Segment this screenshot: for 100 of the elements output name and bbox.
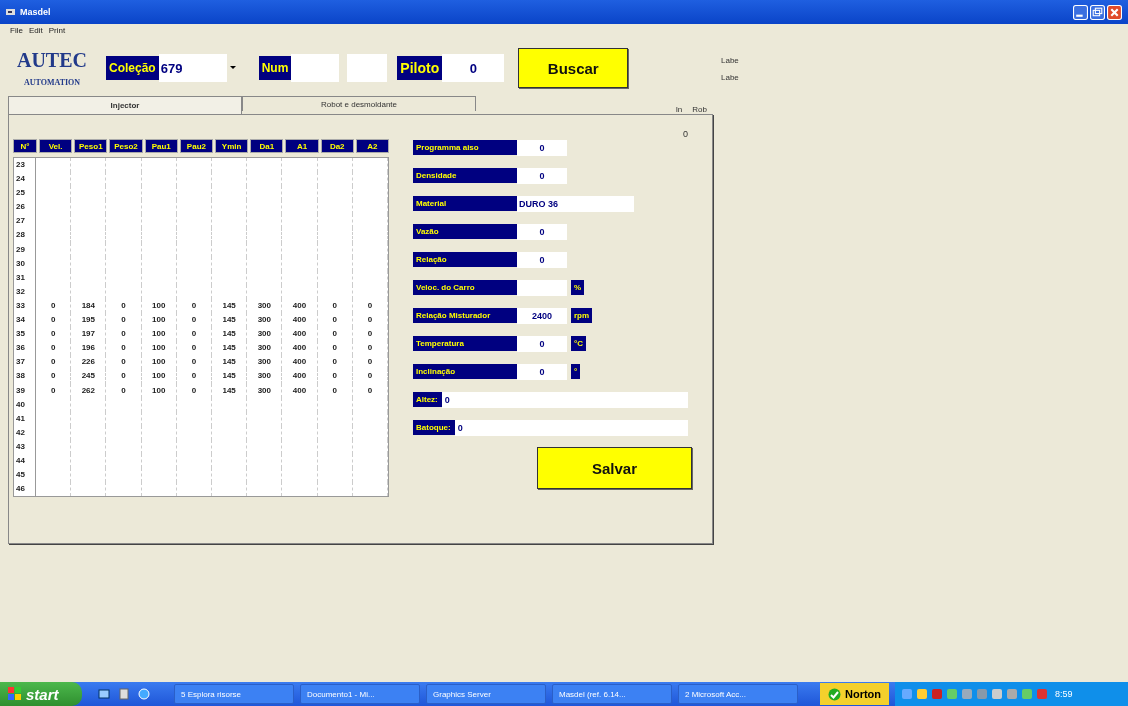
field-label: Relação bbox=[413, 252, 517, 267]
table-cell: 300 bbox=[247, 369, 283, 384]
taskbar-button[interactable]: Documento1 - Mi... bbox=[300, 684, 420, 704]
table-cell: 100 bbox=[141, 341, 177, 356]
table-cell: 0 bbox=[36, 313, 72, 328]
tray-icon[interactable] bbox=[976, 688, 989, 700]
input-field[interactable] bbox=[347, 54, 388, 82]
table-cell: 40 bbox=[14, 397, 36, 412]
tray-icon[interactable] bbox=[1036, 688, 1049, 700]
tray-icon[interactable] bbox=[931, 688, 944, 700]
input-field[interactable]: DURO 36 bbox=[517, 195, 634, 212]
table-cell: 0 bbox=[317, 383, 353, 398]
num-field[interactable] bbox=[291, 54, 340, 82]
input-field[interactable]: 0 bbox=[454, 419, 688, 436]
table-cell: 100 bbox=[141, 298, 177, 314]
column-header: Da2 bbox=[320, 139, 354, 153]
table-cell: 0 bbox=[176, 341, 212, 356]
tab[interactable]: Injector bbox=[8, 96, 242, 114]
unit-label: % bbox=[571, 280, 585, 295]
table-cell: 0 bbox=[352, 383, 389, 398]
table-cell: 46 bbox=[14, 482, 36, 497]
save-button[interactable]: Salvar bbox=[537, 447, 692, 489]
close-icon[interactable] bbox=[1107, 4, 1122, 20]
restore-icon[interactable] bbox=[1090, 4, 1105, 20]
table-cell: 0 bbox=[176, 355, 212, 370]
piloto-field[interactable]: 0 bbox=[442, 54, 505, 82]
table-cell: 0 bbox=[352, 313, 389, 328]
menu-item[interactable]: File bbox=[10, 25, 23, 35]
table-cell: 0 bbox=[176, 327, 212, 342]
table-cell: 100 bbox=[141, 313, 177, 328]
table-cell: 23 bbox=[14, 158, 36, 173]
windows-flag-icon bbox=[8, 687, 22, 701]
table-cell: 25 bbox=[14, 186, 36, 201]
taskbar-button[interactable]: 5 Esplora risorse bbox=[174, 684, 294, 704]
table-cell: 0 bbox=[106, 369, 142, 384]
table-cell: 0 bbox=[176, 313, 212, 328]
column-header: Peso1 bbox=[74, 139, 108, 153]
table-cell: 31 bbox=[14, 270, 36, 285]
table-cell: 29 bbox=[14, 242, 36, 257]
table-cell: 100 bbox=[141, 355, 177, 370]
minimize-icon[interactable] bbox=[1073, 4, 1088, 20]
menu-item[interactable]: Print bbox=[48, 25, 66, 35]
field-label: Programma aiso bbox=[413, 140, 517, 155]
taskbar-button[interactable]: 2 Microsoft Acc... bbox=[678, 684, 798, 704]
input-field[interactable]: 0 bbox=[441, 391, 688, 408]
tray-icon[interactable] bbox=[946, 688, 959, 700]
browser-icon[interactable] bbox=[138, 688, 150, 700]
table-cell: 196 bbox=[71, 341, 107, 356]
input-field[interactable]: 0 bbox=[517, 139, 567, 156]
table-cell: 34 bbox=[14, 313, 36, 328]
column-header: Da1 bbox=[250, 139, 284, 153]
search-button[interactable]: Buscar bbox=[518, 48, 629, 88]
field-label: Batoque: bbox=[413, 420, 455, 435]
side-label: Labe bbox=[721, 56, 739, 65]
piloto-label: Piloto bbox=[397, 56, 443, 80]
input-field[interactable]: 0 bbox=[517, 223, 567, 240]
tab[interactable]: Robot e desmoldante bbox=[242, 96, 476, 111]
tray-icon[interactable] bbox=[916, 688, 929, 700]
table-cell: 300 bbox=[247, 327, 283, 342]
tray-icon[interactable] bbox=[961, 688, 974, 700]
table-cell: 100 bbox=[141, 383, 177, 398]
document-icon[interactable] bbox=[118, 688, 130, 700]
input-field[interactable]: 0 bbox=[517, 363, 567, 380]
table-cell: 0 bbox=[106, 327, 142, 342]
table-cell: 35 bbox=[14, 327, 36, 342]
input-field[interactable]: 0 bbox=[517, 251, 567, 268]
table-cell: 100 bbox=[141, 369, 177, 384]
column-header: A2 bbox=[355, 139, 390, 153]
table-cell: 0 bbox=[317, 341, 353, 356]
table-cell: 26 bbox=[14, 200, 36, 215]
table-cell: 226 bbox=[71, 355, 107, 370]
unit-label: ° bbox=[571, 364, 581, 379]
table-cell: 42 bbox=[14, 425, 36, 440]
field-label: Densidade bbox=[413, 168, 517, 183]
tray-icon[interactable] bbox=[1021, 688, 1034, 700]
tray-icon[interactable] bbox=[1006, 688, 1019, 700]
menu-item[interactable]: Edit bbox=[28, 25, 43, 35]
table-cell: 0 bbox=[352, 355, 389, 370]
column-header: Pau2 bbox=[179, 139, 213, 153]
taskbar-button[interactable]: Graphics Server bbox=[426, 684, 546, 704]
table-cell: 37 bbox=[14, 355, 36, 370]
input-field[interactable]: 2400 bbox=[517, 307, 567, 324]
side-label: Rob bbox=[692, 105, 707, 114]
input-field[interactable]: 0 bbox=[517, 167, 567, 184]
taskbar-button[interactable]: Masdel (ref. 6.14... bbox=[552, 684, 672, 704]
tray-icon[interactable] bbox=[901, 688, 914, 700]
table-cell: 262 bbox=[71, 383, 107, 398]
colecao-dropdown[interactable]: 679 bbox=[158, 54, 239, 82]
norton-button[interactable]: Norton bbox=[820, 683, 890, 705]
field-label: Relação Misturador bbox=[413, 308, 517, 323]
table-cell: 33 bbox=[14, 298, 36, 314]
input-field[interactable] bbox=[517, 279, 567, 296]
input-field[interactable]: 0 bbox=[517, 335, 567, 352]
table-cell: 0 bbox=[36, 341, 72, 356]
table-cell: 44 bbox=[14, 453, 36, 469]
desktop-icon[interactable] bbox=[98, 688, 110, 700]
unit-label: rpm bbox=[571, 308, 593, 323]
table-cell: 36 bbox=[14, 341, 36, 356]
tray-icon[interactable] bbox=[991, 688, 1004, 700]
app-icon bbox=[6, 7, 16, 17]
